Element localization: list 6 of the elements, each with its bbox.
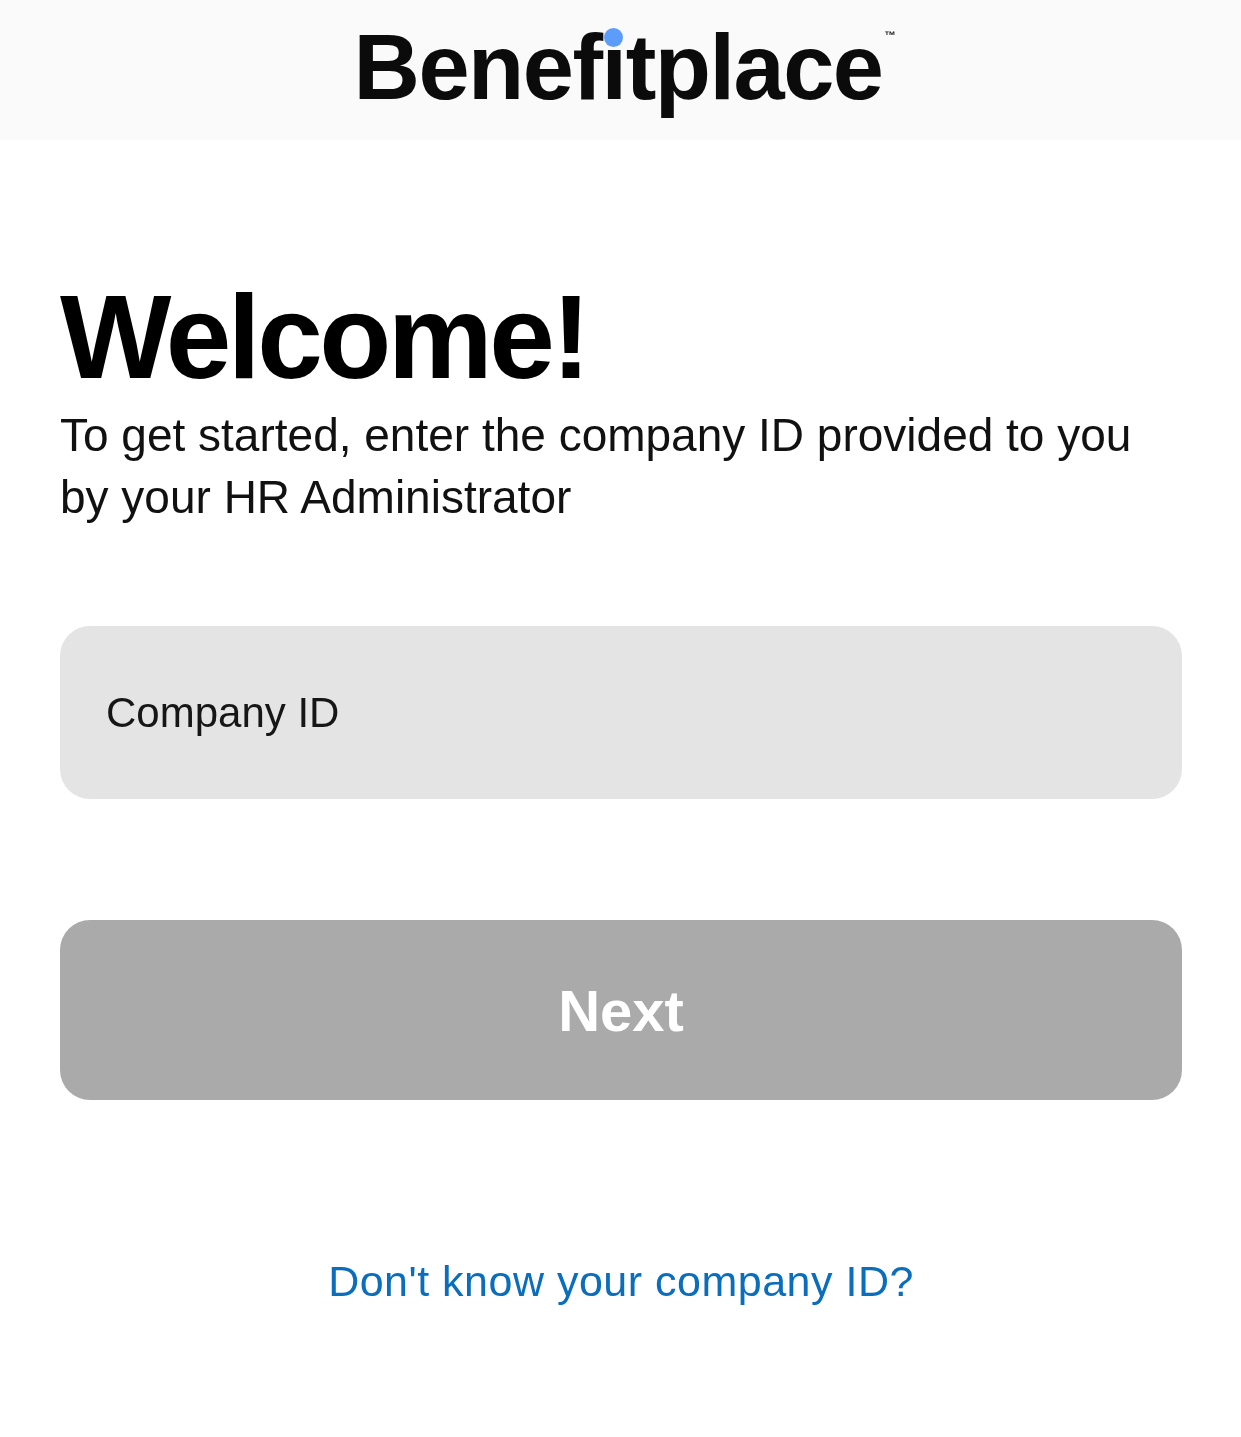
trademark-sign: ™ (884, 29, 896, 41)
company-id-field[interactable]: Company ID (60, 626, 1182, 799)
welcome-heading: Welcome! (60, 272, 588, 402)
help-link[interactable]: Don't know your company ID? (328, 1255, 914, 1307)
intro-text: To get started, enter the company ID provided to you by your HR Administrator (60, 408, 1133, 525)
logo-wordmark: Benefitplace (353, 7, 883, 127)
